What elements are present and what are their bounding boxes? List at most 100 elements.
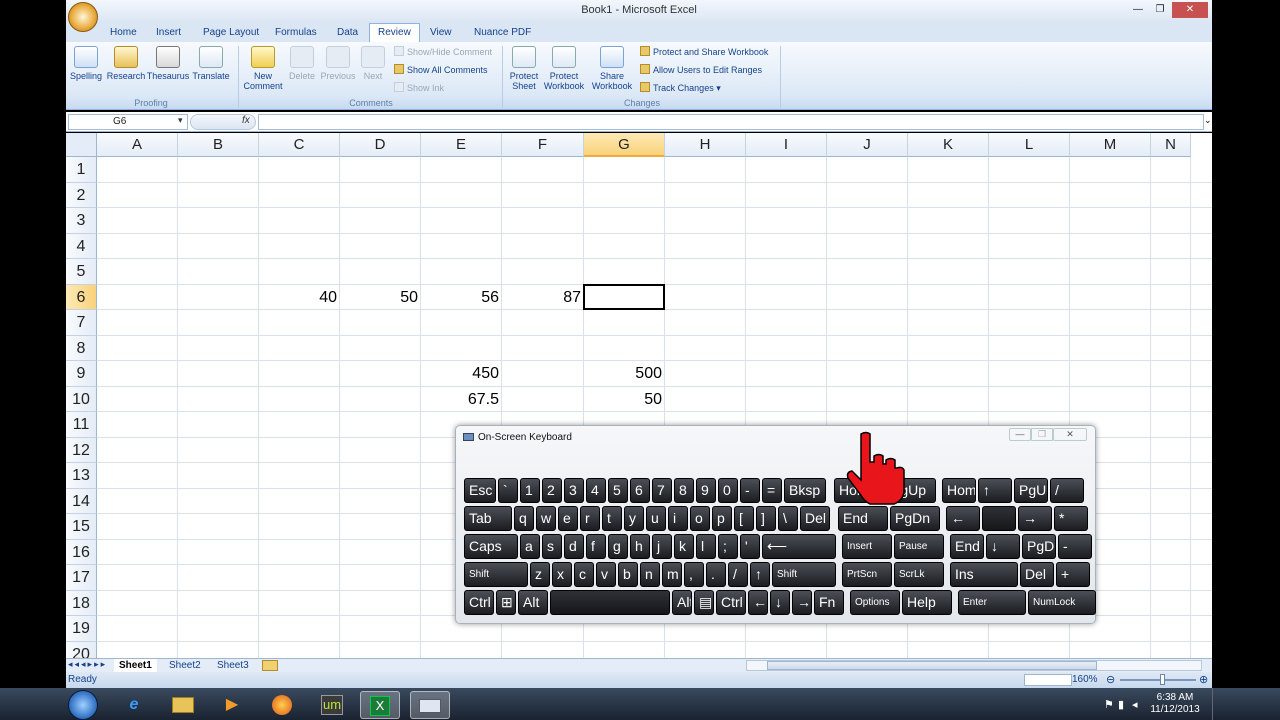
key-ins[interactable]: Ins [950, 562, 1018, 587]
key-g[interactable]: g [608, 534, 628, 559]
key-ctrl[interactable]: Ctrl [716, 590, 746, 615]
key-pause[interactable]: Pause [894, 534, 944, 559]
zoom-level[interactable]: 160% [1072, 674, 1098, 685]
column-header-h[interactable]: H [665, 133, 746, 157]
key-v[interactable]: v [596, 562, 616, 587]
cell-d6[interactable]: 50 [340, 285, 421, 310]
tab-view[interactable]: View [426, 25, 456, 41]
key-z[interactable]: z [530, 562, 550, 587]
key-6[interactable]: 6 [630, 478, 650, 503]
file-explorer-icon[interactable] [163, 691, 203, 719]
key-sym1[interactable]: ⊞ [496, 590, 516, 615]
key-enter[interactable]: Enter [958, 590, 1026, 615]
key-sym13[interactable]: \ [778, 506, 798, 531]
key-sym17[interactable]: ← [946, 506, 980, 531]
protect-workbook-button[interactable]: Protect Workbook [542, 46, 586, 91]
key-b[interactable]: b [618, 562, 638, 587]
show-ink-button[interactable]: Show Ink [394, 81, 444, 95]
firefox-icon[interactable] [262, 691, 302, 719]
column-header-j[interactable]: J [827, 133, 908, 157]
select-all-corner[interactable] [66, 133, 97, 157]
key-a[interactable]: a [520, 534, 540, 559]
key-sym18[interactable]: ↑ [978, 478, 1012, 503]
tray-volume-icon[interactable]: ◂ [1132, 698, 1138, 711]
zoom-slider[interactable] [1120, 679, 1196, 681]
key-numlock[interactable]: NumLock [1028, 590, 1096, 615]
row-header-7[interactable]: 7 [66, 310, 97, 336]
osk-maximize-button[interactable]: ❐ [1031, 428, 1053, 441]
row-header-18[interactable]: 18 [66, 590, 97, 616]
key-sym7[interactable]: ← [748, 590, 768, 615]
key-sym17[interactable]: + [1056, 562, 1090, 587]
sheet-tab-2[interactable]: Sheet2 [164, 659, 206, 672]
key-del[interactable]: Del [800, 506, 830, 531]
row-header-11[interactable]: 11 [66, 412, 97, 438]
key-shift[interactable]: Shift [772, 562, 836, 587]
column-header-m[interactable]: M [1070, 133, 1151, 157]
row-header-6[interactable]: 6 [66, 284, 97, 310]
show-hide-comment-button[interactable]: Show/Hide Comment [394, 45, 492, 59]
key-alt[interactable]: Alt [672, 590, 692, 615]
osk-minimize-button[interactable]: — [1009, 428, 1031, 441]
key-s[interactable]: s [542, 534, 562, 559]
sheet-tab-1[interactable]: Sheet1 [114, 659, 157, 672]
key-sym9[interactable]: → [792, 590, 812, 615]
key-t[interactable]: t [602, 506, 622, 531]
key-sym10[interactable]: ; [718, 534, 738, 559]
column-header-l[interactable]: L [989, 133, 1070, 157]
key-sym20[interactable]: * [1054, 506, 1088, 531]
key-bksp[interactable]: Bksp [784, 478, 826, 503]
key-end[interactable]: End [950, 534, 984, 559]
key-sym20[interactable]: / [1050, 478, 1084, 503]
expand-formula-icon[interactable]: ⌄ [1204, 115, 1212, 126]
key-k[interactable]: k [674, 534, 694, 559]
row-header-9[interactable]: 9 [66, 361, 97, 387]
internet-explorer-icon[interactable]: e [114, 691, 154, 719]
key-sym12[interactable]: ⟵ [762, 534, 836, 559]
row-header-10[interactable]: 10 [66, 386, 97, 412]
cell-e9[interactable]: 450 [421, 361, 502, 386]
key-l[interactable]: l [696, 534, 716, 559]
allow-users-edit-ranges-button[interactable]: Allow Users to Edit Ranges [640, 63, 762, 77]
row-header-12[interactable]: 12 [66, 437, 97, 463]
maximize-button[interactable]: ❐ [1150, 2, 1170, 18]
share-workbook-button[interactable]: Share Workbook [588, 46, 636, 91]
spelling-button[interactable]: Spelling [68, 46, 104, 81]
row-header-8[interactable]: 8 [66, 335, 97, 361]
key-sym18[interactable]: - [1058, 534, 1092, 559]
tab-nuance-pdf[interactable]: Nuance PDF [470, 25, 535, 41]
column-header-d[interactable]: D [340, 133, 421, 157]
key-i[interactable]: i [668, 506, 688, 531]
key-sym11[interactable]: ↑ [750, 562, 770, 587]
key-fn[interactable]: Fn [814, 590, 844, 615]
tab-page-layout[interactable]: Page Layout [199, 25, 263, 41]
key-sym5[interactable]: ▤ [694, 590, 714, 615]
start-button[interactable] [68, 690, 98, 720]
row-header-3[interactable]: 3 [66, 208, 97, 234]
clock[interactable]: 6:38 AM 11/12/2013 [1150, 692, 1200, 716]
zoom-slider-thumb[interactable] [1160, 674, 1165, 685]
row-header-16[interactable]: 16 [66, 539, 97, 565]
osk-taskbar-icon[interactable] [410, 691, 450, 719]
key-4[interactable]: 4 [586, 478, 606, 503]
tray-network-icon[interactable]: ▮ [1118, 698, 1124, 711]
key-sym8[interactable]: , [684, 562, 704, 587]
column-header-n[interactable]: N [1151, 133, 1191, 157]
key-1[interactable]: 1 [520, 478, 540, 503]
protect-sheet-button[interactable]: Protect Sheet [506, 46, 542, 91]
key-f[interactable]: f [586, 534, 606, 559]
key-o[interactable]: o [690, 506, 710, 531]
row-header-13[interactable]: 13 [66, 463, 97, 489]
key-u[interactable]: u [646, 506, 666, 531]
track-changes-button[interactable]: Track Changes ▾ [640, 81, 721, 95]
key-n[interactable]: n [640, 562, 660, 587]
next-comment-button[interactable]: Next [356, 46, 390, 81]
key-insert[interactable]: Insert [842, 534, 892, 559]
horizontal-scrollbar[interactable] [746, 660, 1202, 671]
cell-e10[interactable]: 67.5 [421, 387, 502, 412]
key-sym12[interactable]: ] [756, 506, 776, 531]
key-sym12[interactable]: - [740, 478, 760, 503]
zoom-in-icon[interactable]: ⊕ [1199, 673, 1208, 686]
row-header-4[interactable]: 4 [66, 233, 97, 259]
tray-flag-icon[interactable]: ⚑ [1104, 698, 1114, 711]
